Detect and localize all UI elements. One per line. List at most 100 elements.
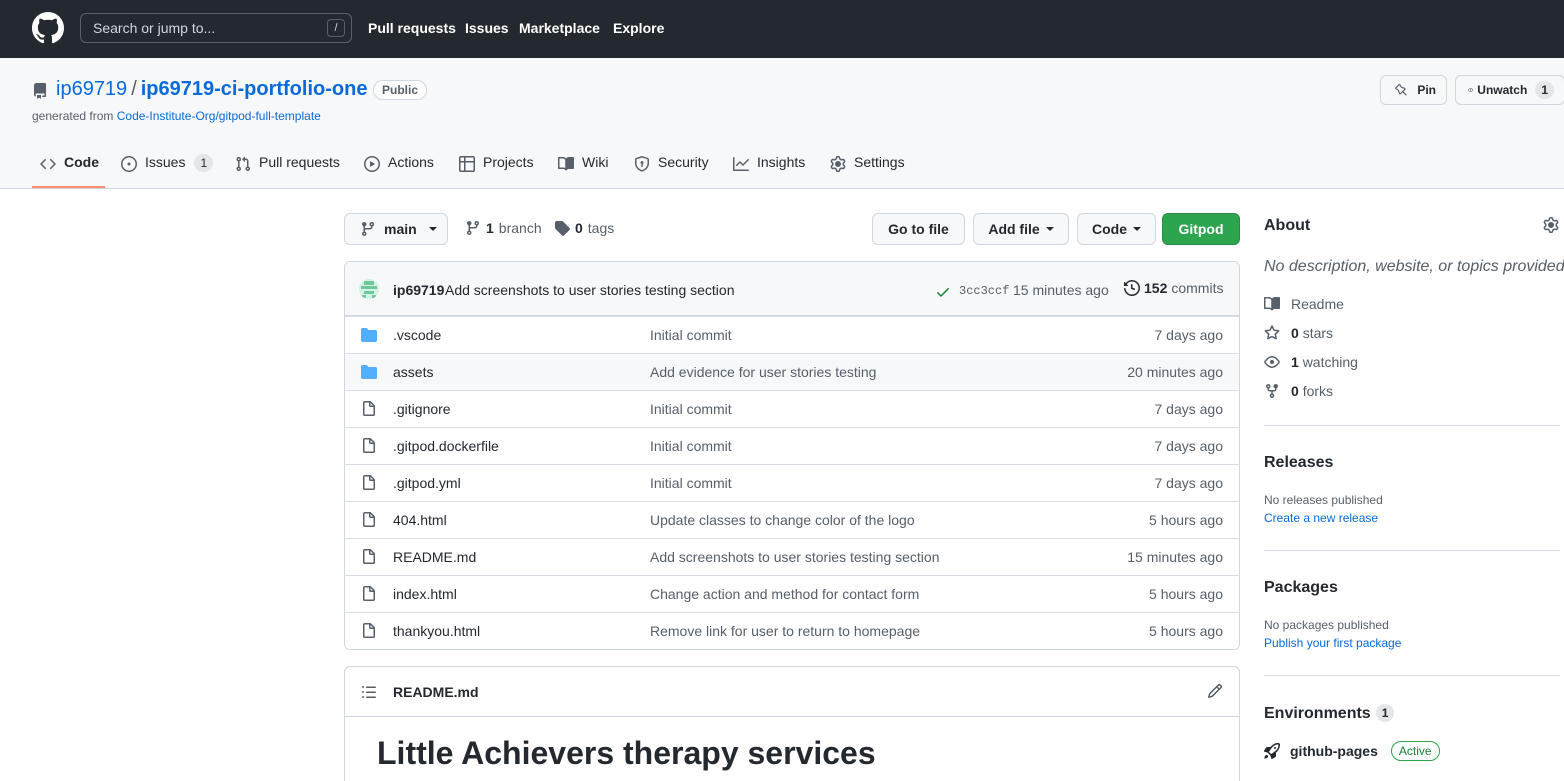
file-name-link[interactable]: 404.html bbox=[393, 512, 447, 528]
branches-link[interactable]: 1 branch bbox=[465, 220, 542, 236]
sidebar-divider bbox=[1264, 675, 1560, 676]
commit-sha-link[interactable]: 3cc3ccf bbox=[959, 284, 1009, 298]
file-age: 20 minutes ago bbox=[1127, 364, 1223, 380]
publish-package-link[interactable]: Publish your first package bbox=[1264, 636, 1401, 650]
file-row[interactable]: .gitpod.yml Initial commit 7 days ago bbox=[345, 464, 1239, 501]
go-to-file-button[interactable]: Go to file bbox=[872, 213, 965, 245]
file-commit-message-link[interactable]: Initial commit bbox=[650, 475, 732, 491]
template-link[interactable]: Code-Institute-Org/gitpod-full-template bbox=[117, 109, 321, 123]
forks-link[interactable]: 0 forks bbox=[1264, 383, 1333, 399]
tags-link[interactable]: 0 tags bbox=[554, 220, 614, 236]
readme-panel: README.md Little Achievers therapy servi… bbox=[344, 666, 1240, 781]
file-commit-message-link[interactable]: Remove link for user to return to homepa… bbox=[650, 623, 920, 639]
avatar[interactable] bbox=[359, 279, 379, 299]
status-badge: Active bbox=[1390, 741, 1440, 761]
gitpod-button[interactable]: Gitpod bbox=[1162, 213, 1240, 245]
gear-icon[interactable] bbox=[1543, 217, 1559, 233]
book-icon bbox=[558, 156, 574, 171]
tab-label: Insights bbox=[757, 154, 806, 170]
check-icon[interactable] bbox=[935, 284, 951, 300]
code-dropdown-button[interactable]: Code bbox=[1077, 213, 1156, 245]
file-name-link[interactable]: .vscode bbox=[393, 327, 441, 343]
tab-code[interactable]: Code bbox=[40, 154, 99, 188]
create-release-link[interactable]: Create a new release bbox=[1264, 511, 1378, 525]
add-file-button[interactable]: Add file bbox=[973, 213, 1069, 245]
list-unordered-icon[interactable] bbox=[361, 684, 377, 700]
pencil-icon[interactable] bbox=[1207, 683, 1223, 699]
file-name-link[interactable]: assets bbox=[393, 364, 433, 380]
generated-prefix: generated from bbox=[32, 109, 114, 123]
branch-name: main bbox=[384, 221, 417, 237]
tab-label: Security bbox=[658, 154, 709, 170]
commit-message-link[interactable]: Add screenshots to user stories testing … bbox=[445, 282, 734, 298]
commits-history-link[interactable]: 152 commits bbox=[1124, 280, 1223, 296]
readme-link[interactable]: Readme bbox=[1264, 296, 1344, 312]
pin-button[interactable]: Pin bbox=[1380, 75, 1447, 105]
tab-wiki[interactable]: Wiki bbox=[558, 154, 608, 188]
file-row[interactable]: .gitignore Initial commit 7 days ago bbox=[345, 390, 1239, 427]
search-input[interactable]: Search or jump to... / bbox=[80, 13, 352, 43]
nav-issues[interactable]: Issues bbox=[465, 20, 509, 36]
file-name-link[interactable]: README.md bbox=[393, 549, 476, 565]
file-icon bbox=[361, 623, 377, 639]
unwatch-button[interactable]: Unwatch 1 bbox=[1455, 75, 1564, 105]
nav-marketplace[interactable]: Marketplace bbox=[519, 20, 600, 36]
readme-header: README.md bbox=[345, 667, 1239, 717]
file-commit-message-link[interactable]: Add evidence for user stories testing bbox=[650, 364, 876, 380]
file-row[interactable]: index.html Change action and method for c… bbox=[345, 575, 1239, 612]
file-row[interactable]: thankyou.html Remove link for user to ret… bbox=[345, 612, 1239, 649]
global-header: Search or jump to... / Pull requests Iss… bbox=[0, 0, 1564, 58]
file-commit-message-link[interactable]: Initial commit bbox=[650, 401, 732, 417]
nav-pull-requests[interactable]: Pull requests bbox=[368, 20, 456, 36]
file-commit-message-link[interactable]: Change action and method for contact for… bbox=[650, 586, 919, 602]
github-logo-icon[interactable] bbox=[32, 12, 64, 44]
play-icon bbox=[364, 156, 380, 172]
tab-projects[interactable]: Projects bbox=[459, 154, 534, 188]
file-row[interactable]: assets Add evidence for user stories test… bbox=[345, 353, 1239, 390]
stars-link[interactable]: 0 stars bbox=[1264, 325, 1333, 341]
file-name-link[interactable]: .gitpod.yml bbox=[393, 475, 461, 491]
file-name-link[interactable]: thankyou.html bbox=[393, 623, 480, 639]
file-name-link[interactable]: index.html bbox=[393, 586, 457, 602]
tab-settings[interactable]: Settings bbox=[830, 154, 905, 188]
nav-explore[interactable]: Explore bbox=[613, 20, 664, 36]
forks-count: 0 bbox=[1291, 383, 1299, 399]
commit-author-link[interactable]: ip69719 bbox=[393, 282, 444, 298]
packages-heading[interactable]: Packages bbox=[1264, 579, 1338, 597]
tab-insights[interactable]: Insights bbox=[733, 154, 805, 188]
file-commit-message-link[interactable]: Initial commit bbox=[650, 438, 732, 454]
tab-actions[interactable]: Actions bbox=[364, 154, 434, 188]
tab-pull-requests[interactable]: Pull requests bbox=[235, 154, 340, 188]
file-commit-message-link[interactable]: Update classes to change color of the lo… bbox=[650, 512, 915, 528]
book-icon bbox=[1264, 296, 1280, 311]
readme-filename-link[interactable]: README.md bbox=[393, 684, 479, 700]
repo-owner-link[interactable]: ip69719 bbox=[56, 78, 127, 100]
tab-label: Pull requests bbox=[259, 154, 340, 170]
about-description: No description, website, or topics provi… bbox=[1264, 258, 1564, 275]
file-commit-message-link[interactable]: Initial commit bbox=[650, 327, 732, 343]
file-commit-message-link[interactable]: Add screenshots to user stories testing … bbox=[650, 549, 939, 565]
watching-link[interactable]: 1 watching bbox=[1264, 354, 1358, 370]
repo-header: ip69719/ip69719-ci-portfolio-one Public … bbox=[0, 58, 1564, 189]
environments-heading[interactable]: Environments 1 bbox=[1264, 704, 1395, 723]
file-name-link[interactable]: .gitignore bbox=[393, 401, 451, 417]
stars-label: stars bbox=[1302, 325, 1334, 341]
issue-icon bbox=[121, 156, 137, 172]
tag-count-label: tags bbox=[587, 220, 615, 236]
git-branch-icon bbox=[361, 222, 374, 237]
branch-selector-button[interactable]: main bbox=[344, 213, 448, 245]
go-to-file-label: Go to file bbox=[888, 221, 949, 237]
file-row[interactable]: 404.html Update classes to change color o… bbox=[345, 501, 1239, 538]
tab-issues[interactable]: Issues 1 bbox=[121, 154, 214, 188]
commit-count: 152 bbox=[1144, 280, 1168, 296]
environment-link[interactable]: github-pages bbox=[1290, 743, 1378, 759]
file-name-link[interactable]: .gitpod.dockerfile bbox=[393, 438, 499, 454]
selected-tab-underline bbox=[32, 186, 105, 188]
file-row[interactable]: .gitpod.dockerfile Initial commit 7 days a… bbox=[345, 427, 1239, 464]
file-row[interactable]: README.md Add screenshots to user stories… bbox=[345, 538, 1239, 575]
releases-heading[interactable]: Releases bbox=[1264, 454, 1333, 472]
tab-security[interactable]: Security bbox=[634, 154, 709, 188]
repo-name-link[interactable]: ip69719-ci-portfolio-one bbox=[141, 78, 368, 100]
caret-down-icon bbox=[1045, 227, 1054, 231]
file-row[interactable]: .vscode Initial commit 7 days ago bbox=[345, 316, 1239, 353]
